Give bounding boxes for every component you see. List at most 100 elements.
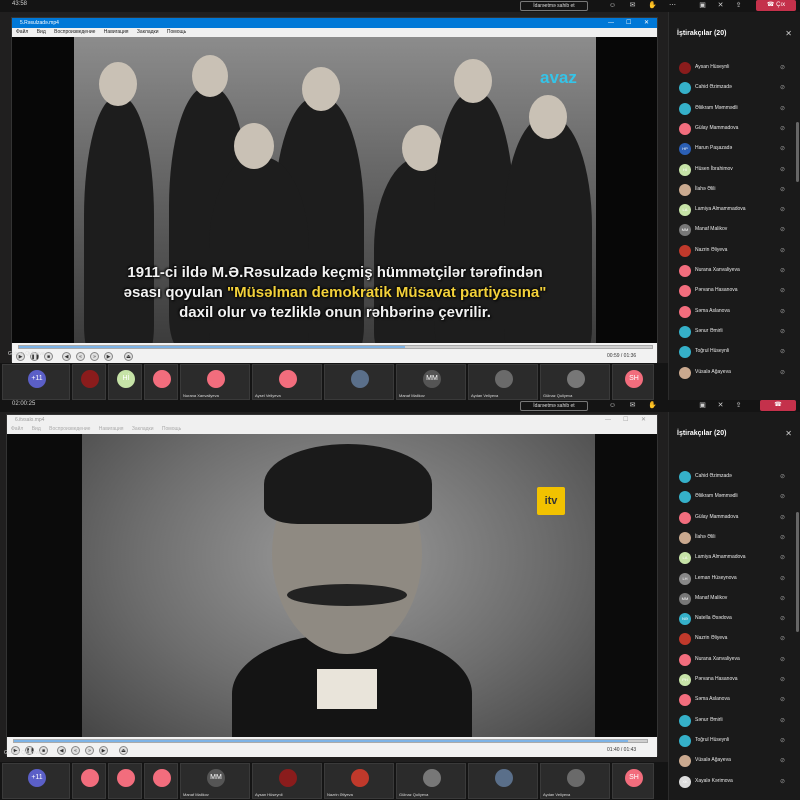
open-file-icon[interactable]: ⏏ (124, 352, 133, 361)
menu-view[interactable]: Вид (37, 29, 46, 35)
participant-row[interactable]: Səma Aslanova ⊘ (679, 305, 797, 319)
participant-tile[interactable]: Hİ (108, 364, 142, 400)
participant-row[interactable]: XK Xayalə Kərimova ⊘ (679, 775, 797, 789)
participant-tile[interactable] (72, 763, 106, 799)
mic-off-icon[interactable]: ✕ (716, 1, 725, 10)
participant-row[interactable]: MM Manaf Malikov ⊘ (679, 592, 797, 606)
participant-tile[interactable]: +11 (2, 364, 70, 400)
participant-row[interactable]: İlahə Əlili ⊘ (679, 183, 797, 197)
participant-row[interactable]: Hİ Hüsen İbrahimov ⊘ (679, 163, 797, 177)
rewind-icon[interactable]: « (71, 746, 80, 755)
open-file-icon[interactable]: ⏏ (119, 746, 128, 755)
previous-icon[interactable]: ◀ (62, 352, 71, 361)
close-icon[interactable]: ✕ (641, 415, 646, 425)
participant-row[interactable]: Əliikram Məmmədli ⊘ (679, 490, 797, 504)
participant-row[interactable]: Aysan Hüseynli ⊘ (679, 61, 797, 75)
video-area[interactable]: itv (7, 434, 657, 740)
previous-icon[interactable]: ◀ (57, 746, 66, 755)
chat-icon[interactable]: ✉ (628, 401, 637, 410)
camera-off-icon[interactable]: ▣ (698, 401, 707, 410)
next-icon[interactable]: ▶ (99, 746, 108, 755)
raise-hand-icon[interactable]: ✋ (648, 1, 657, 10)
participant-row[interactable]: Sənur Əmirli ⊘ (679, 714, 797, 728)
participant-tile[interactable] (324, 364, 394, 400)
participant-row[interactable]: Gülay Mammadova ⊘ (679, 511, 797, 525)
participant-row[interactable]: Cahid Əzimzadə ⊘ (679, 470, 797, 484)
participant-row[interactable]: PH Pərvana Hasanova ⊘ (679, 673, 797, 687)
participant-tile[interactable]: Gülnaz Quliyeva (396, 763, 466, 799)
menu-navigation[interactable]: Навигация (99, 426, 124, 432)
participant-row[interactable]: HP Harun Paşazadə ⊘ (679, 142, 797, 156)
participant-row[interactable]: NƏ Natella Əsədova ⊘ (679, 612, 797, 626)
menu-bookmarks[interactable]: Закладки (132, 426, 154, 432)
participant-tile[interactable]: MM Manaf Malikov (180, 763, 250, 799)
close-icon[interactable]: ✕ (644, 18, 649, 28)
menu-playback[interactable]: Воспроизведение (54, 29, 95, 35)
share-tray-icon[interactable]: ⇪ (734, 401, 743, 410)
participant-row[interactable]: LA Lamiya Almammadova ⊘ (679, 551, 797, 565)
participant-tile[interactable]: SH (612, 763, 654, 799)
participant-tile[interactable]: Nurana Xanvaliyeva (180, 364, 250, 400)
participant-tile[interactable]: Aydan Veliyeva (468, 364, 538, 400)
share-tray-icon[interactable]: ⇪ (734, 1, 743, 10)
participant-row[interactable]: Nurana Xanvaliyeva ⊘ (679, 264, 797, 278)
panel-close-icon[interactable]: ✕ (785, 429, 792, 438)
participant-row[interactable]: Nurana Xanvaliyeva ⊘ (679, 653, 797, 667)
participant-tile[interactable] (144, 364, 178, 400)
participant-tile[interactable] (108, 763, 142, 799)
participant-tile[interactable]: SH (612, 364, 654, 400)
take-control-button[interactable]: İdarəetmə sahib et (520, 401, 588, 411)
more-icon[interactable]: ⋯ (668, 1, 677, 10)
participant-row[interactable]: Cahid Əzimzadə ⊘ (679, 81, 797, 95)
minimize-icon[interactable]: — (608, 18, 614, 28)
participant-row[interactable]: Sənur Əmirli ⊘ (679, 325, 797, 339)
participant-tile[interactable] (72, 364, 106, 400)
participant-tile[interactable]: Aydan Veliyeva (540, 763, 610, 799)
participant-row[interactable]: Əliikram Məmmədli ⊘ (679, 102, 797, 116)
participant-row[interactable]: Gülay Mammadova ⊘ (679, 122, 797, 136)
participant-row[interactable]: Nazrin Əliyeva ⊘ (679, 244, 797, 258)
participant-tile[interactable]: Gülnaz Quliyeva (540, 364, 610, 400)
participants-icon[interactable]: ☺ (608, 1, 617, 10)
panel-close-icon[interactable]: ✕ (785, 29, 792, 38)
leave-button[interactable]: ☎ Çıx (756, 0, 796, 11)
menu-view[interactable]: Вид (32, 426, 41, 432)
stop-icon[interactable]: ■ (44, 352, 53, 361)
video-area[interactable]: avaz 1911-ci ildə M.Ə.Rəsulzadə keçmiş h… (12, 37, 657, 343)
raise-hand-icon[interactable]: ✋ (648, 401, 657, 410)
next-icon[interactable]: ▶ (104, 352, 113, 361)
participant-tile[interactable]: Aysel Veliyeva (252, 364, 322, 400)
participant-row[interactable]: Səma Aslanova ⊘ (679, 693, 797, 707)
camera-off-icon[interactable]: ▣ (698, 1, 707, 10)
take-control-button[interactable]: İdarəetmə sahib et (520, 1, 588, 11)
participant-tile[interactable]: Nazrin Əliyeva (324, 763, 394, 799)
leave-button[interactable]: ☎ (760, 400, 796, 411)
menu-file[interactable]: Файл (16, 29, 28, 35)
participants-icon[interactable]: ☺ (608, 401, 617, 410)
menu-help[interactable]: Помощь (162, 426, 181, 432)
participant-row[interactable]: Pərvana Hasanova ⊘ (679, 284, 797, 298)
minimize-icon[interactable]: — (605, 415, 611, 425)
seek-slider[interactable] (18, 345, 653, 349)
menu-file[interactable]: Файл (11, 426, 23, 432)
participant-tile[interactable]: +11 (2, 763, 70, 799)
menu-playback[interactable]: Воспроизведение (49, 426, 90, 432)
participant-tile[interactable] (144, 763, 178, 799)
maximize-icon[interactable]: ☐ (623, 415, 628, 425)
menu-help[interactable]: Помощь (167, 29, 186, 35)
participant-row[interactable]: MM Manaf Malikov ⊘ (679, 223, 797, 237)
participant-row[interactable]: LA Lamiya Almammadova ⊘ (679, 203, 797, 217)
participant-row[interactable]: Vüsalə Ağayeva ⊘ (679, 366, 797, 380)
participant-tile[interactable]: Aysan Hüseynli (252, 763, 322, 799)
participant-row[interactable]: LH Leman Hüseynova ⊘ (679, 572, 797, 586)
chat-icon[interactable]: ✉ (628, 1, 637, 10)
mic-off-icon[interactable]: ✕ (716, 401, 725, 410)
participant-row[interactable]: Toğrul Hüseynli ⊘ (679, 734, 797, 748)
participant-row[interactable]: İlahə Əlili ⊘ (679, 531, 797, 545)
rewind-icon[interactable]: « (76, 352, 85, 361)
maximize-icon[interactable]: ☐ (626, 18, 631, 28)
forward-icon[interactable]: » (90, 352, 99, 361)
seek-slider[interactable] (13, 739, 648, 743)
participant-tile[interactable]: MM Manaf Malikov (396, 364, 466, 400)
menu-navigation[interactable]: Навигация (104, 29, 129, 35)
